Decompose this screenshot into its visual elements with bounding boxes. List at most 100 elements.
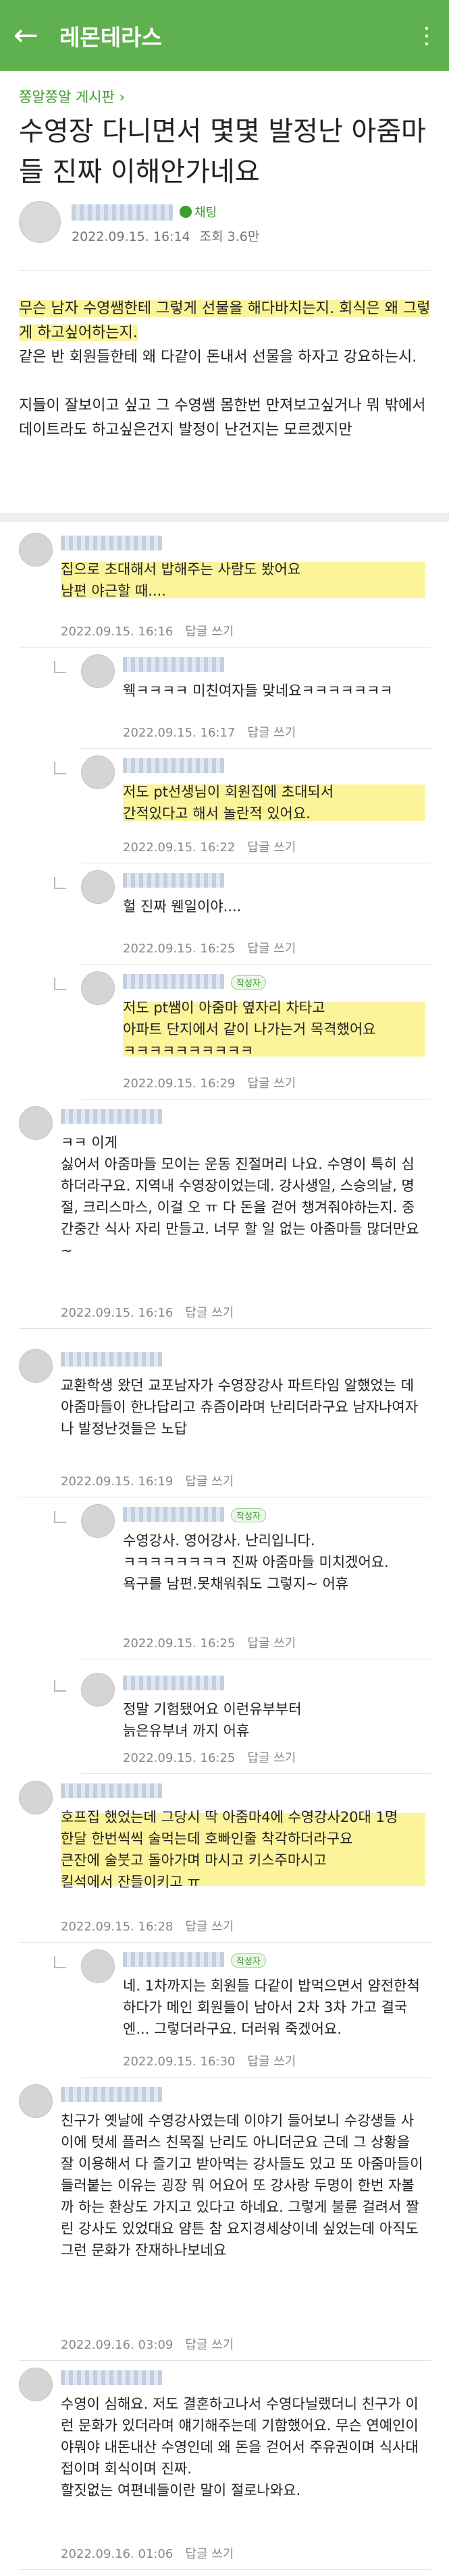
avatar[interactable] — [19, 201, 61, 243]
avatar[interactable] — [81, 755, 115, 789]
comment-nickname[interactable] — [123, 873, 224, 888]
avatar[interactable] — [19, 2368, 53, 2401]
comment-meta: 2022.09.15. 16:28 답글 쓰기 — [61, 1917, 234, 1935]
avatar[interactable] — [19, 533, 53, 567]
comment-date: 2022.09.15. 16:19 — [61, 1475, 174, 1489]
comment-item: 작성자네. 1차까지는 회원들 다같이 밥먹으면서 얌전한척 하다가 메인 회원… — [54, 1949, 431, 2078]
chat-button[interactable]: 채팅 — [180, 203, 217, 221]
comment-nickname[interactable] — [123, 758, 224, 773]
comment-nickname[interactable] — [61, 1783, 162, 1798]
arrow-left-icon[interactable]: ← — [14, 18, 47, 53]
reply-button[interactable]: 답글 쓰기 — [247, 840, 296, 855]
author-badge: 작성자 — [231, 975, 266, 990]
reply-button[interactable]: 답글 쓰기 — [247, 942, 296, 956]
reply-button[interactable]: 답글 쓰기 — [185, 1475, 234, 1489]
comment-nickname[interactable] — [123, 1507, 224, 1522]
post-meta: 2022.09.15. 16:14 조회 3.6만 — [72, 227, 259, 245]
comment-text: 호프집 했었는데 그당시 딱 아줌마4에 수영강사20대 1명 한달 한번씩씩 … — [61, 1806, 425, 1893]
reply-arrow-icon — [54, 877, 66, 889]
comment-nickname[interactable] — [123, 1676, 224, 1690]
post-views: 조회 3.6만 — [199, 229, 260, 244]
comment-item: 집으로 초대해서 밥해주는 사람도 봤어요 남편 야근할 때.... 2022.0… — [19, 533, 431, 648]
comment-date: 2022.09.15. 16:16 — [61, 1306, 174, 1320]
reply-button[interactable]: 답글 쓰기 — [185, 625, 234, 639]
comment-item: 작성자저도 pt쌤이 아줌마 옆자리 차타고 아파트 단지에서 같이 나가는거 … — [54, 971, 431, 1099]
avatar[interactable] — [81, 1673, 115, 1707]
comment-meta: 2022.09.15. 16:19 답글 쓰기 — [61, 1472, 234, 1489]
reply-button[interactable]: 답글 쓰기 — [185, 2338, 234, 2352]
comment-item: 헐 진짜 웬일이야.... 2022.09.15. 16:25 답글 쓰기 — [54, 870, 431, 965]
avatar[interactable] — [81, 654, 115, 688]
board-link[interactable]: 쫑알쫑알 게시판 › — [19, 86, 125, 107]
comment-nickname[interactable] — [61, 2370, 162, 2385]
comment-meta: 2022.09.16. 03:09 답글 쓰기 — [61, 2335, 234, 2353]
reply-arrow-icon — [54, 1956, 66, 1968]
comment-text: 수영강사. 영어강사. 난리입니다. ㅋㅋㅋㅋㅋㅋㅋㅋ 진짜 아줌마들 미치겠어… — [123, 1533, 389, 1592]
app-bar: ← 레몬테라스 ⋮ — [0, 0, 449, 71]
reply-arrow-icon — [54, 978, 66, 990]
comment-item: 호프집 했었는데 그당시 딱 아줌마4에 수영강사20대 1명 한달 한번씩씩 … — [19, 1781, 431, 1943]
avatar[interactable] — [19, 1349, 53, 1383]
reply-button[interactable]: 답글 쓰기 — [247, 726, 296, 740]
avatar[interactable] — [19, 1106, 53, 1140]
comment-item: ㅋㅋ 이게 싫어서 아줌마들 모이는 운동 진절머리 나요. 수영이 특히 심하… — [19, 1106, 431, 1329]
avatar[interactable] — [81, 1504, 115, 1538]
avatar[interactable] — [81, 971, 115, 1005]
comment-meta: 2022.09.16. 01:06 답글 쓰기 — [61, 2544, 234, 2562]
comment-date: 2022.09.15. 16:30 — [123, 2055, 236, 2069]
comment-item: 친구가 옛날에 수영강사였는데 이야기 들어보니 수강생들 사이에 텃세 플러스… — [19, 2084, 431, 2361]
comment-meta: 2022.09.15. 16:29 답글 쓰기 — [123, 1074, 296, 1091]
comment-meta: 2022.09.15. 16:25 답글 쓰기 — [123, 1634, 296, 1651]
reply-arrow-icon — [54, 1680, 66, 1692]
comment-nickname[interactable] — [123, 974, 224, 989]
comment-text: 네. 1차까지는 회원들 다같이 밥먹으면서 얌전한척 하다가 메인 회원들이 … — [123, 1978, 425, 2037]
reply-button[interactable]: 답글 쓰기 — [247, 1077, 296, 1091]
comment-nickname[interactable] — [61, 2087, 162, 2102]
comment-meta: 2022.09.15. 16:16 답글 쓰기 — [61, 622, 234, 639]
comment-nickname[interactable] — [61, 536, 162, 550]
comment-date: 2022.09.16. 03:09 — [61, 2338, 174, 2352]
comment-text: 친구가 옛날에 수영강사였는데 이야기 들어보니 수강생들 사이에 텃세 플러스… — [61, 2113, 428, 2258]
comment-text: 저도 pt쌤이 아줌마 옆자리 차타고 아파트 단지에서 같이 나가는거 목격했… — [123, 997, 425, 1062]
reply-button[interactable]: 답글 쓰기 — [247, 1636, 296, 1651]
comment-date: 2022.09.15. 16:17 — [123, 726, 236, 740]
comment-item: 교환학생 왔던 교포남자가 수영장강사 파트타임 알했었는 데 아줌마들이 한나… — [19, 1349, 431, 1497]
reply-button[interactable]: 답글 쓰기 — [185, 2547, 234, 2561]
author-nickname[interactable] — [72, 204, 173, 221]
body-paragraph: 무슨 남자 수영쌤한테 그렇게 선물을 해다바치는지. 회식은 왜 그렇게 하고… — [19, 297, 431, 370]
comment-item: 정말 기험됐어요 이런유부부터 늙은유부녀 까지 어휴 2022.09.15. 1… — [54, 1673, 431, 1774]
reply-button[interactable]: 답글 쓰기 — [247, 1751, 296, 1765]
kebab-menu-icon[interactable]: ⋮ — [415, 22, 438, 49]
reply-arrow-icon — [54, 661, 66, 673]
reply-arrow-icon — [54, 762, 66, 774]
reply-button[interactable]: 답글 쓰기 — [185, 1306, 234, 1320]
comment-text: 정말 기험됐어요 이런유부부터 늙은유부녀 까지 어휴 — [123, 1701, 302, 1739]
reply-button[interactable]: 답글 쓰기 — [247, 2055, 296, 2069]
comment-meta: 2022.09.15. 16:22 답글 쓰기 — [123, 838, 296, 855]
author-badge: 작성자 — [231, 1953, 266, 1968]
comment-text: 교환학생 왔던 교포남자가 수영장강사 파트타임 알했었는 데 아줌마들이 한나… — [61, 1377, 419, 1437]
comment-nickname[interactable] — [123, 657, 224, 672]
avatar[interactable] — [19, 1781, 53, 1814]
comment-text: ㅋㅋ 이게 싫어서 아줌마들 모이는 운동 진절머리 나요. 수영이 특히 심하… — [61, 1135, 419, 1259]
avatar[interactable] — [81, 870, 115, 904]
comment-nickname[interactable] — [61, 1109, 162, 1124]
comment-meta: 2022.09.15. 16:25 답글 쓰기 — [123, 1748, 296, 1766]
comment-nickname[interactable] — [123, 1952, 224, 1967]
comment-date: 2022.09.15. 16:25 — [123, 942, 236, 956]
avatar[interactable] — [81, 1949, 115, 1983]
comment-date: 2022.09.16. 01:06 — [61, 2547, 174, 2561]
chat-label: 채팅 — [194, 206, 217, 220]
comment-date: 2022.09.15. 16:25 — [123, 1751, 236, 1765]
comment-date: 2022.09.15. 16:28 — [61, 1920, 174, 1934]
comment-item: 웩ㅋㅋㅋㅋ 미친여자들 맞네요ㅋㅋㅋㅋㅋㅋㅋ 2022.09.15. 16:17 답… — [54, 654, 431, 749]
comment-date: 2022.09.15. 16:16 — [61, 625, 174, 639]
post-title: 수영장 다니면서 몇몇 발정난 아줌마들 진짜 이해안가네요 — [19, 116, 426, 188]
comment-date: 2022.09.15. 16:29 — [123, 1077, 236, 1091]
comment-text: 헐 진짜 웬일이야.... — [123, 898, 242, 915]
avatar[interactable] — [19, 2084, 53, 2118]
comment-nickname[interactable] — [61, 1352, 162, 1367]
reply-button[interactable]: 답글 쓰기 — [185, 1920, 234, 1934]
comment-text: 집으로 초대해서 밥해주는 사람도 봤어요 남편 야근할 때.... — [61, 559, 425, 602]
chat-icon — [180, 206, 192, 218]
